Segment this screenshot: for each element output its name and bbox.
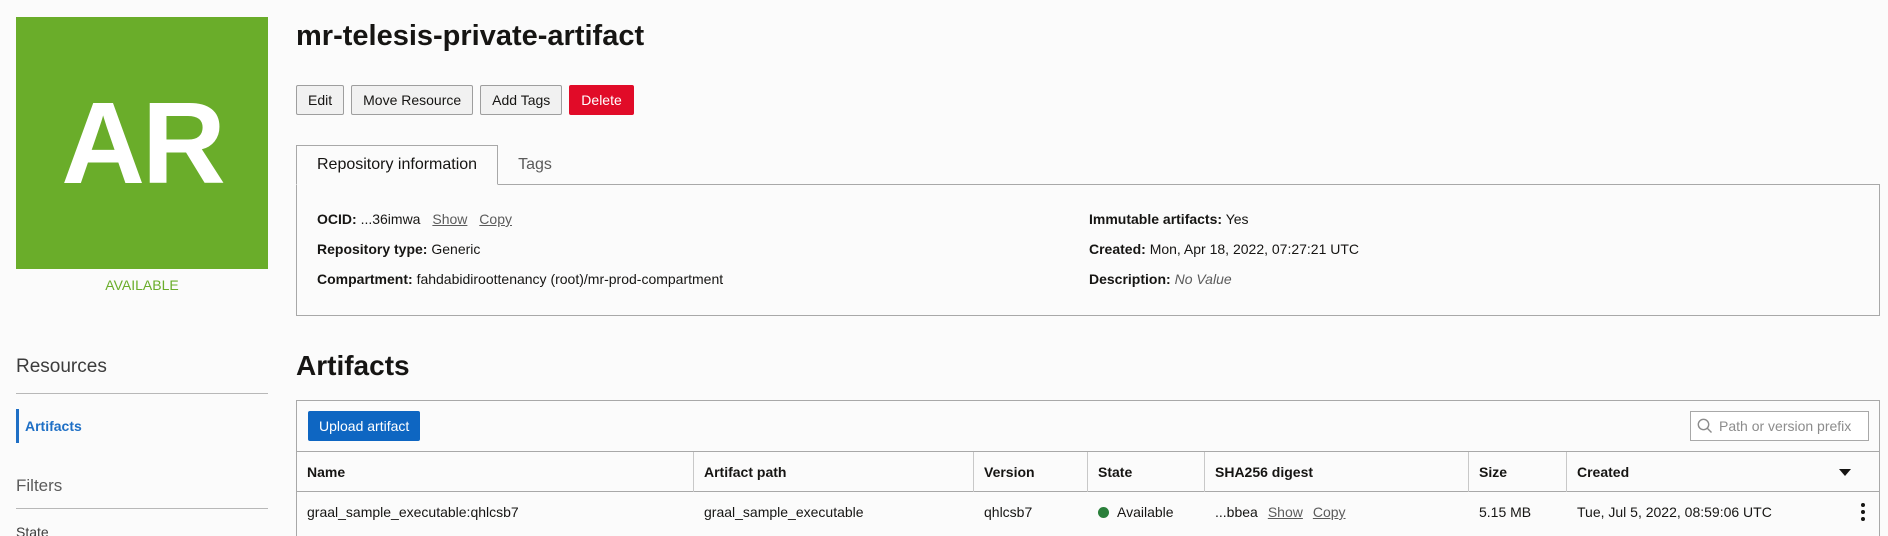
ocid-copy-link[interactable]: Copy [479,211,512,227]
artifact-version: qhlcsb7 [984,504,1033,520]
sort-dropdown-icon[interactable] [1839,469,1851,476]
digest-show-link[interactable]: Show [1268,504,1303,520]
artifact-created: Tue, Jul 5, 2022, 08:59:06 UTC [1577,504,1772,520]
created-label: Created: [1089,241,1146,257]
ocid-label: OCID: [317,211,357,227]
tab-tags[interactable]: Tags [498,145,572,185]
resource-initials: AR [61,78,226,208]
artifact-state-label: Available [1117,504,1174,520]
move-resource-button[interactable]: Move Resource [351,85,474,115]
resources-heading: Resources [16,356,107,377]
search-input[interactable] [1719,418,1859,434]
column-header-state[interactable]: State [1088,452,1205,492]
add-tags-button[interactable]: Add Tags [480,85,563,115]
immutable-label: Immutable artifacts: [1089,211,1223,227]
upload-artifact-button[interactable]: Upload artifact [308,411,421,441]
row-actions-menu-icon[interactable] [1855,502,1871,522]
repo-type-label: Repository type: [317,241,428,257]
description-row: Description: No Value [1089,271,1232,287]
artifacts-table: Upload artifact Name Artifact path Versi… [296,400,1880,536]
compartment-row: Compartment: fahdabidiroottenancy (root)… [317,271,723,287]
digest-copy-link[interactable]: Copy [1313,504,1346,520]
immutable-value: Yes [1225,211,1249,227]
divider [16,393,268,394]
table-header: Name Artifact path Version State SHA256 … [297,451,1879,492]
sidebar-item-artifacts[interactable]: Artifacts [16,409,268,443]
column-header-name[interactable]: Name [297,452,694,492]
immutable-row: Immutable artifacts: Yes [1089,211,1249,227]
filters-heading: Filters [16,476,63,495]
artifact-size: 5.15 MB [1479,504,1532,520]
column-header-size[interactable]: Size [1469,452,1567,492]
created-value: Mon, Apr 18, 2022, 07:27:21 UTC [1149,241,1360,257]
description-label: Description: [1089,271,1171,287]
divider [16,508,268,509]
column-header-path[interactable]: Artifact path [694,452,974,492]
action-toolbar: Edit Move Resource Add Tags Delete [296,85,634,115]
table-row[interactable]: graal_sample_executable:qhlcsb7 graal_sa… [297,492,1879,533]
tab-repository-information[interactable]: Repository information [296,145,499,185]
search-icon [1697,418,1712,433]
artifact-state: Available [1088,492,1205,532]
status-dot-icon [1098,506,1109,518]
artifact-name: graal_sample_executable:qhlcsb7 [307,504,519,520]
page-title: mr-telesis-private-artifact [296,20,645,52]
repository-info-panel: OCID: ...36imwa Show Copy Repository typ… [296,184,1880,316]
delete-button[interactable]: Delete [569,85,634,115]
artifact-digest-value: ...bbea [1215,504,1258,520]
edit-button[interactable]: Edit [296,85,345,115]
repo-type-row: Repository type: Generic [317,241,480,257]
detail-tabs: Repository information Tags [296,145,572,185]
ocid-value: ...36imwa [360,211,421,227]
column-header-digest[interactable]: SHA256 digest [1205,452,1469,492]
description-value: No Value [1174,271,1232,287]
ocid-row: OCID: ...36imwa Show Copy [317,211,512,227]
state-filter-label: State [16,524,49,536]
compartment-value: fahdabidiroottenancy (root)/mr-prod-comp… [416,271,724,287]
ocid-show-link[interactable]: Show [432,211,467,227]
column-header-created[interactable]: Created [1567,452,1879,492]
artifacts-heading: Artifacts [296,350,410,381]
artifact-digest: ...bbea Show Copy [1205,492,1469,532]
compartment-label: Compartment: [317,271,413,287]
resource-badge: AR [16,17,268,269]
repo-type-value: Generic [431,241,481,257]
search-box [1690,411,1869,441]
resource-status: AVAILABLE [105,277,179,293]
artifact-path: graal_sample_executable [704,504,864,520]
created-row: Created: Mon, Apr 18, 2022, 07:27:21 UTC [1089,241,1359,257]
column-header-version[interactable]: Version [974,452,1088,492]
